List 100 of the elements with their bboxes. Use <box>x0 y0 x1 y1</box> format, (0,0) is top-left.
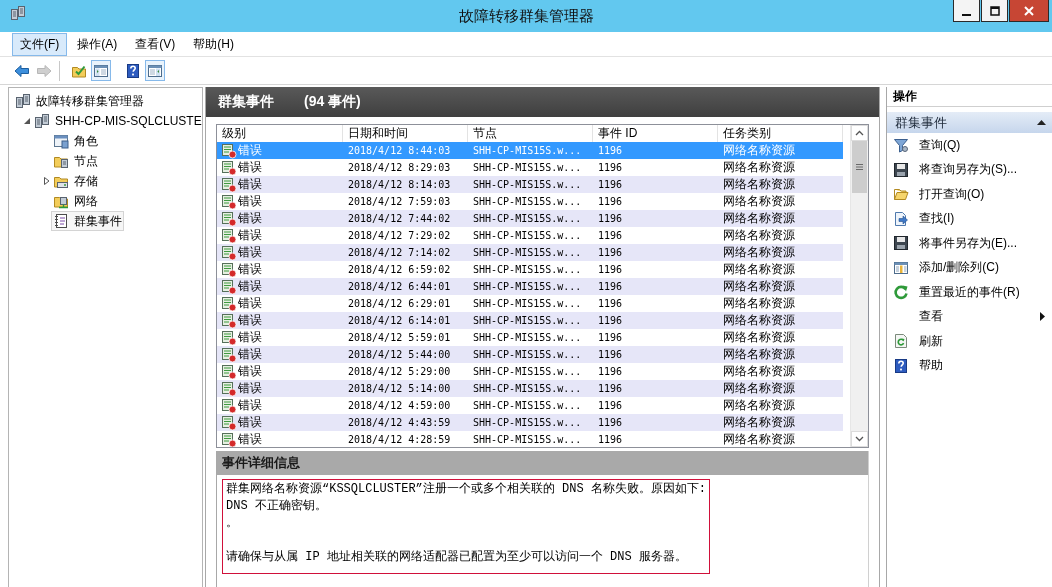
error-log-icon <box>221 295 237 312</box>
description-line: 。 <box>226 515 239 532</box>
table-row[interactable]: 错误 2018/4/12 4:59:00 SHH-CP-MIS15S.w... 1196 网络名称资源 <box>217 397 843 414</box>
table-cell-text: SHH-CP-MIS15S.w... <box>472 433 583 447</box>
action-item[interactable]: 打开查询(O) <box>887 182 1052 207</box>
table-cell-text: 2018/4/12 5:29:00 <box>347 365 452 379</box>
menu-item[interactable]: 查看(V) <box>127 32 184 56</box>
panel-icon <box>147 62 163 79</box>
document-arrow-icon <box>893 210 909 227</box>
tree-item[interactable]: 网络 <box>51 191 100 211</box>
table-cell-text: SHH-CP-MIS15S.w... <box>472 297 583 311</box>
table-row[interactable]: 错误 2018/4/12 8:14:03 SHH-CP-MIS15S.w... 1196 网络名称资源 <box>217 176 843 193</box>
table-row[interactable]: 错误 2018/4/12 5:29:00 SHH-CP-MIS15S.w... 1196 网络名称资源 <box>217 363 843 380</box>
action-item[interactable]: 查询(Q) <box>887 133 1052 158</box>
table-row[interactable]: 错误 2018/4/12 6:14:01 SHH-CP-MIS15S.w... 1196 网络名称资源 <box>217 312 843 329</box>
action-item[interactable]: 将事件另存为(E)... <box>887 231 1052 256</box>
caret-icon[interactable] <box>22 116 32 126</box>
action-pane-button[interactable] <box>145 60 165 81</box>
triangle-icon[interactable] <box>1037 119 1046 126</box>
table-cell-text: 网络名称资源 <box>722 142 796 159</box>
menu-item[interactable]: 帮助(H) <box>185 32 242 56</box>
action-item[interactable]: 添加/删除列(C) <box>887 255 1052 280</box>
table-cell-text: 网络名称资源 <box>722 176 796 193</box>
error-log-icon <box>221 227 237 244</box>
action-item[interactable]: 重置最近的事件(R) <box>887 280 1052 305</box>
tree-item[interactable]: SHH-CP-MIS-SQLCLUSTE <box>32 111 202 131</box>
scrollbar-track[interactable] <box>850 125 868 447</box>
tree-item[interactable]: 存储 <box>51 171 100 191</box>
table-cell-text: 网络名称资源 <box>722 380 796 397</box>
table-row[interactable]: 错误 2018/4/12 5:44:00 SHH-CP-MIS15S.w... 1196 网络名称资源 <box>217 346 843 363</box>
description-line: 群集网络名称资源“KSSQLCLUSTER”注册一个或多个相关联的 DNS 名称失败。原因如下: <box>226 481 707 498</box>
action-item[interactable]: 帮助 <box>887 353 1052 378</box>
table-cell-text: 2018/4/12 5:44:00 <box>347 348 452 362</box>
table-cell-text: 1196 <box>597 382 624 396</box>
section-header[interactable]: 群集事件 <box>887 112 1052 133</box>
table-cell-text: SHH-CP-MIS15S.w... <box>472 178 583 192</box>
scrollbar-thumb[interactable] <box>852 141 867 193</box>
action-item[interactable]: 将查询另存为(S)... <box>887 157 1052 182</box>
tree-item[interactable]: 群集事件 <box>51 211 124 231</box>
table-cell-text: 2018/4/12 6:44:01 <box>347 280 452 294</box>
table-cell-text: 1196 <box>597 365 624 379</box>
table-cell: 错误 <box>238 380 262 397</box>
table-cell-text: 网络名称资源 <box>722 210 796 227</box>
table-cell-text: 2018/4/12 7:29:02 <box>347 229 452 243</box>
table-cell: 错误 <box>238 397 262 414</box>
window-title: 故障转移群集管理器 <box>458 6 594 26</box>
table-row[interactable]: 错误 2018/4/12 7:14:02 SHH-CP-MIS15S.w... 1196 网络名称资源 <box>217 244 843 261</box>
error-log-icon <box>221 142 237 159</box>
table-row[interactable]: 错误 2018/4/12 4:28:59 SHH-CP-MIS15S.w... 1196 网络名称资源 <box>217 431 843 447</box>
close-button[interactable] <box>1009 0 1049 22</box>
table-cell-text: 1196 <box>597 297 624 311</box>
open-folder-icon <box>893 186 909 203</box>
table-cell: 错误 <box>238 346 262 363</box>
table-row[interactable]: 错误 2018/4/12 5:59:01 SHH-CP-MIS15S.w... 1196 网络名称资源 <box>217 329 843 346</box>
table-cell-text: 2018/4/12 4:43:59 <box>347 416 452 430</box>
table-row[interactable]: 错误 2018/4/12 7:59:03 SHH-CP-MIS15S.w... 1196 网络名称资源 <box>217 193 843 210</box>
table-row[interactable]: 错误 2018/4/12 7:44:02 SHH-CP-MIS15S.w... 1196 网络名称资源 <box>217 210 843 227</box>
menu-item[interactable]: 文件(F) <box>12 32 68 56</box>
tree-item[interactable]: 节点 <box>51 151 100 171</box>
right-arrow-icon <box>36 62 52 79</box>
tree-item[interactable]: 角色 <box>51 131 100 151</box>
table-cell-text: 2018/4/12 6:59:02 <box>347 263 452 277</box>
table-cell-text: 1196 <box>597 416 624 430</box>
console-tree-button[interactable] <box>91 60 111 81</box>
menu-item[interactable]: 操作(A) <box>69 32 126 56</box>
error-log-icon <box>221 363 237 380</box>
scroll-down-button[interactable] <box>851 431 868 447</box>
error-log-icon <box>221 346 237 363</box>
table-cell: 错误 <box>238 363 262 380</box>
table-row[interactable]: 错误 2018/4/12 6:44:01 SHH-CP-MIS15S.w... 1196 网络名称资源 <box>217 278 843 295</box>
error-log-icon <box>221 244 237 261</box>
minimize-button[interactable] <box>953 0 980 22</box>
table-cell-text: SHH-CP-MIS15S.w... <box>472 416 583 430</box>
error-log-icon <box>221 312 237 329</box>
action-item[interactable]: 查看 <box>887 304 1052 329</box>
table-cell: 错误 <box>238 312 262 329</box>
error-log-icon <box>221 261 237 278</box>
action-item[interactable]: 刷新 <box>887 329 1052 354</box>
action-item[interactable]: 查找(I) <box>887 206 1052 231</box>
table-row[interactable]: 错误 2018/4/12 5:14:00 SHH-CP-MIS15S.w... 1196 网络名称资源 <box>217 380 843 397</box>
table-row[interactable]: 错误 2018/4/12 8:29:03 SHH-CP-MIS15S.w... 1196 网络名称资源 <box>217 159 843 176</box>
tree-item[interactable]: 故障转移群集管理器 <box>13 91 146 111</box>
caret-icon[interactable] <box>41 176 51 186</box>
maximize-button[interactable] <box>981 0 1008 22</box>
table-cell-text: 2018/4/12 6:29:01 <box>347 297 452 311</box>
table-cell: 错误 <box>238 278 262 295</box>
table-row[interactable]: 错误 2018/4/12 4:43:59 SHH-CP-MIS15S.w... 1196 网络名称资源 <box>217 414 843 431</box>
error-log-icon <box>221 431 237 447</box>
table-cell-text: 网络名称资源 <box>722 397 796 414</box>
chevron-down-icon <box>855 436 864 442</box>
table-row[interactable]: 错误 2018/4/12 7:29:02 SHH-CP-MIS15S.w... 1196 网络名称资源 <box>217 227 843 244</box>
table-cell-text: 1196 <box>597 399 624 413</box>
table-cell-text: 1196 <box>597 161 624 175</box>
table-row[interactable]: 错误 2018/4/12 6:59:02 SHH-CP-MIS15S.w... 1196 网络名称资源 <box>217 261 843 278</box>
table-cell-text: 2018/4/12 7:14:02 <box>347 246 452 260</box>
funnel-icon <box>893 137 909 154</box>
table-cell-text: 2018/4/12 8:29:03 <box>347 161 452 175</box>
table-row[interactable]: 错误 2018/4/12 6:29:01 SHH-CP-MIS15S.w... 1196 网络名称资源 <box>217 295 843 312</box>
table-cell-text: 网络名称资源 <box>722 363 796 380</box>
scroll-up-button[interactable] <box>851 125 868 141</box>
